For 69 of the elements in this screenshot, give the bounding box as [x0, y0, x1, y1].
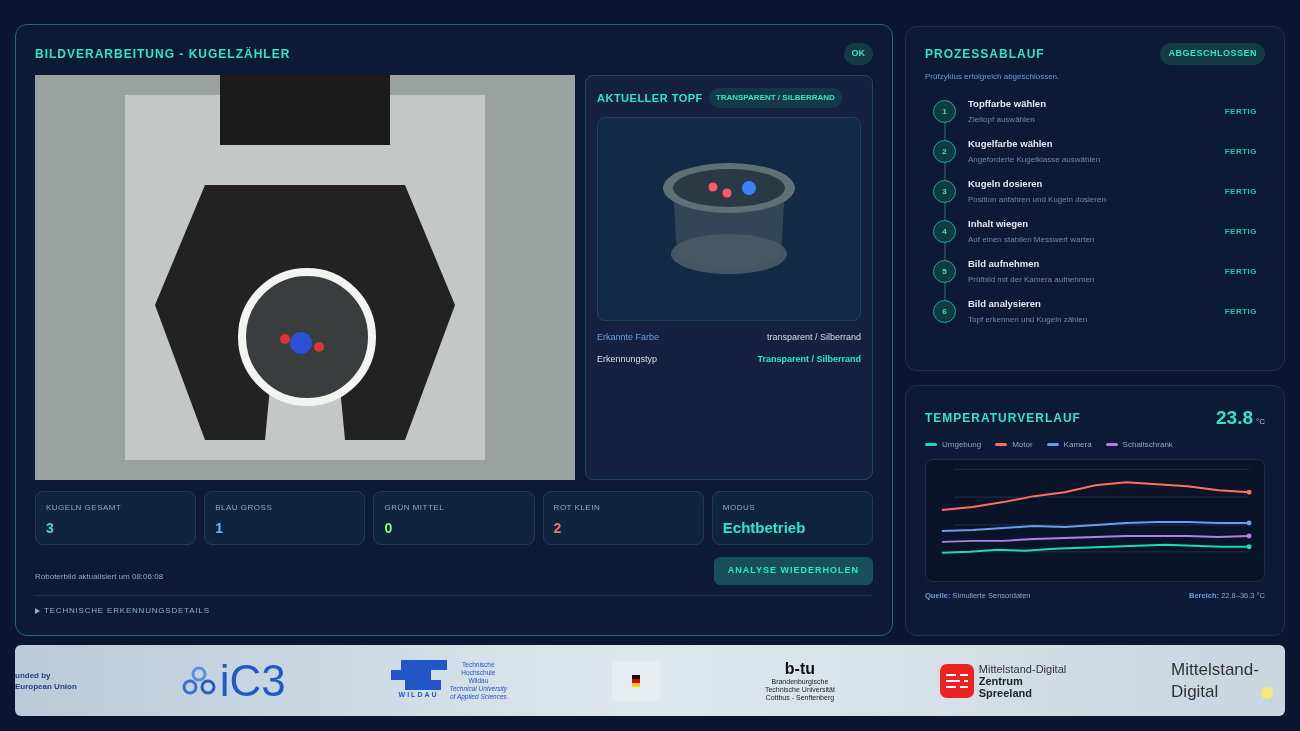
step-status: FERTIG	[1224, 305, 1257, 318]
panel-title: TEMPERATURVERLAUF	[925, 410, 1081, 428]
btu-logo: b-tu	[784, 659, 815, 678]
stat-value: 1	[215, 519, 224, 538]
step-title: Bild aufnehmen	[968, 257, 1041, 272]
card-title: AKTUELLER TOPF	[597, 90, 703, 106]
step-subtitle: Angeforderte Kugelklasse auswählen	[968, 153, 1102, 166]
stat-value: 2	[553, 519, 563, 538]
stat-label: ROT KLEIN	[553, 502, 602, 514]
step-number: 6	[933, 300, 956, 323]
repeat-analysis-button[interactable]: ANALYSE WIEDERHOLEN	[713, 557, 873, 585]
stat-label: GRÜN MITTEL	[384, 502, 446, 514]
ministry-logo-placeholder	[612, 660, 660, 701]
legend-label: Kamera	[1063, 438, 1092, 451]
th-logo-icon	[390, 660, 447, 691]
detail-value: Transparent / Silberrand	[757, 352, 861, 366]
detail-label: Erkannte Farbe	[597, 331, 660, 344]
temperature-value: 23.8	[1216, 406, 1253, 430]
ic3-logo: iC3	[219, 658, 286, 703]
caret-icon	[35, 608, 40, 614]
stat-value: 0	[384, 519, 394, 538]
step-title: Kugeln dosieren	[968, 177, 1044, 192]
stat-label: BLAU GROSS	[215, 502, 274, 514]
stat-label: KUGELN GESAMT	[46, 502, 123, 514]
stat-value: 3	[46, 519, 55, 538]
status-badge: OK	[843, 43, 873, 65]
temperature-unit: °C	[1256, 416, 1265, 428]
step-subtitle: Zieltopf auswählen	[968, 113, 1036, 126]
detail-value: transparent / Silberrand	[766, 331, 861, 344]
logo-text: Digital	[1171, 680, 1220, 703]
details-toggle[interactable]: TECHNISCHE ERKENNUNGSDETAILS	[35, 605, 210, 617]
legend-label: Umgebung	[942, 438, 982, 451]
step-subtitle: Prüfbild mit der Kamera aufnehmen	[968, 273, 1096, 286]
step-number: 3	[933, 180, 956, 203]
step-status: FERTIG	[1224, 145, 1257, 158]
step-title: Bild analysieren	[968, 297, 1042, 312]
status-badge: ABGESCHLOSSEN	[1160, 43, 1265, 65]
logo-text: Spreeland	[978, 686, 1033, 699]
step-number: 1	[933, 100, 956, 123]
stat-label: MODUS	[722, 502, 757, 514]
step-title: Kugelfarbe wählen	[968, 137, 1054, 152]
step-number: 2	[933, 140, 956, 163]
step-subtitle: Topf erkennen und Kugeln zählen	[968, 313, 1089, 326]
step-number: 5	[933, 260, 956, 283]
step-status: FERTIG	[1224, 105, 1257, 118]
logo-text: Mittelstand-	[1171, 658, 1259, 681]
step-status: FERTIG	[1224, 185, 1257, 198]
step-subtitle: Auf einen stabilen Messwert warten	[968, 233, 1096, 246]
step-status: FERTIG	[1224, 265, 1257, 278]
status-message: Prüfzyklus erfolgreich abgeschlossen.	[925, 70, 1061, 83]
sponsor-text: European Union	[15, 680, 77, 692]
step-title: Topffarbe wählen	[968, 97, 1047, 112]
legend-label: Motor	[1012, 438, 1033, 451]
sponsor-text: unded by	[15, 669, 52, 681]
logo-text: Mittelstand-Digital	[978, 662, 1067, 675]
step-subtitle: Position anfahren und Kugeln dosieren	[968, 193, 1107, 206]
circuit-logo-icon	[939, 663, 974, 698]
legend-label: Schaltschrank	[1122, 438, 1173, 451]
pot-type-badge: TRANSPARENT / SILBERRAND	[708, 88, 842, 108]
logo-text: Zentrum	[978, 674, 1023, 687]
step-title: Inhalt wiegen	[968, 217, 1030, 232]
update-time: Roboterbild aktualisiert um 08:06:08	[35, 571, 164, 583]
step-status: FERTIG	[1224, 225, 1257, 238]
step-number: 4	[933, 220, 956, 243]
stat-value: Echtbetrieb	[722, 518, 807, 538]
panel-title: PROZESSABLAUF	[925, 45, 1045, 63]
rings-logo-icon	[181, 665, 216, 696]
detail-label: Erkennungstyp	[597, 352, 658, 366]
panel-title: BILDVERARBEITUNG - KUGELZÄHLER	[35, 46, 291, 63]
